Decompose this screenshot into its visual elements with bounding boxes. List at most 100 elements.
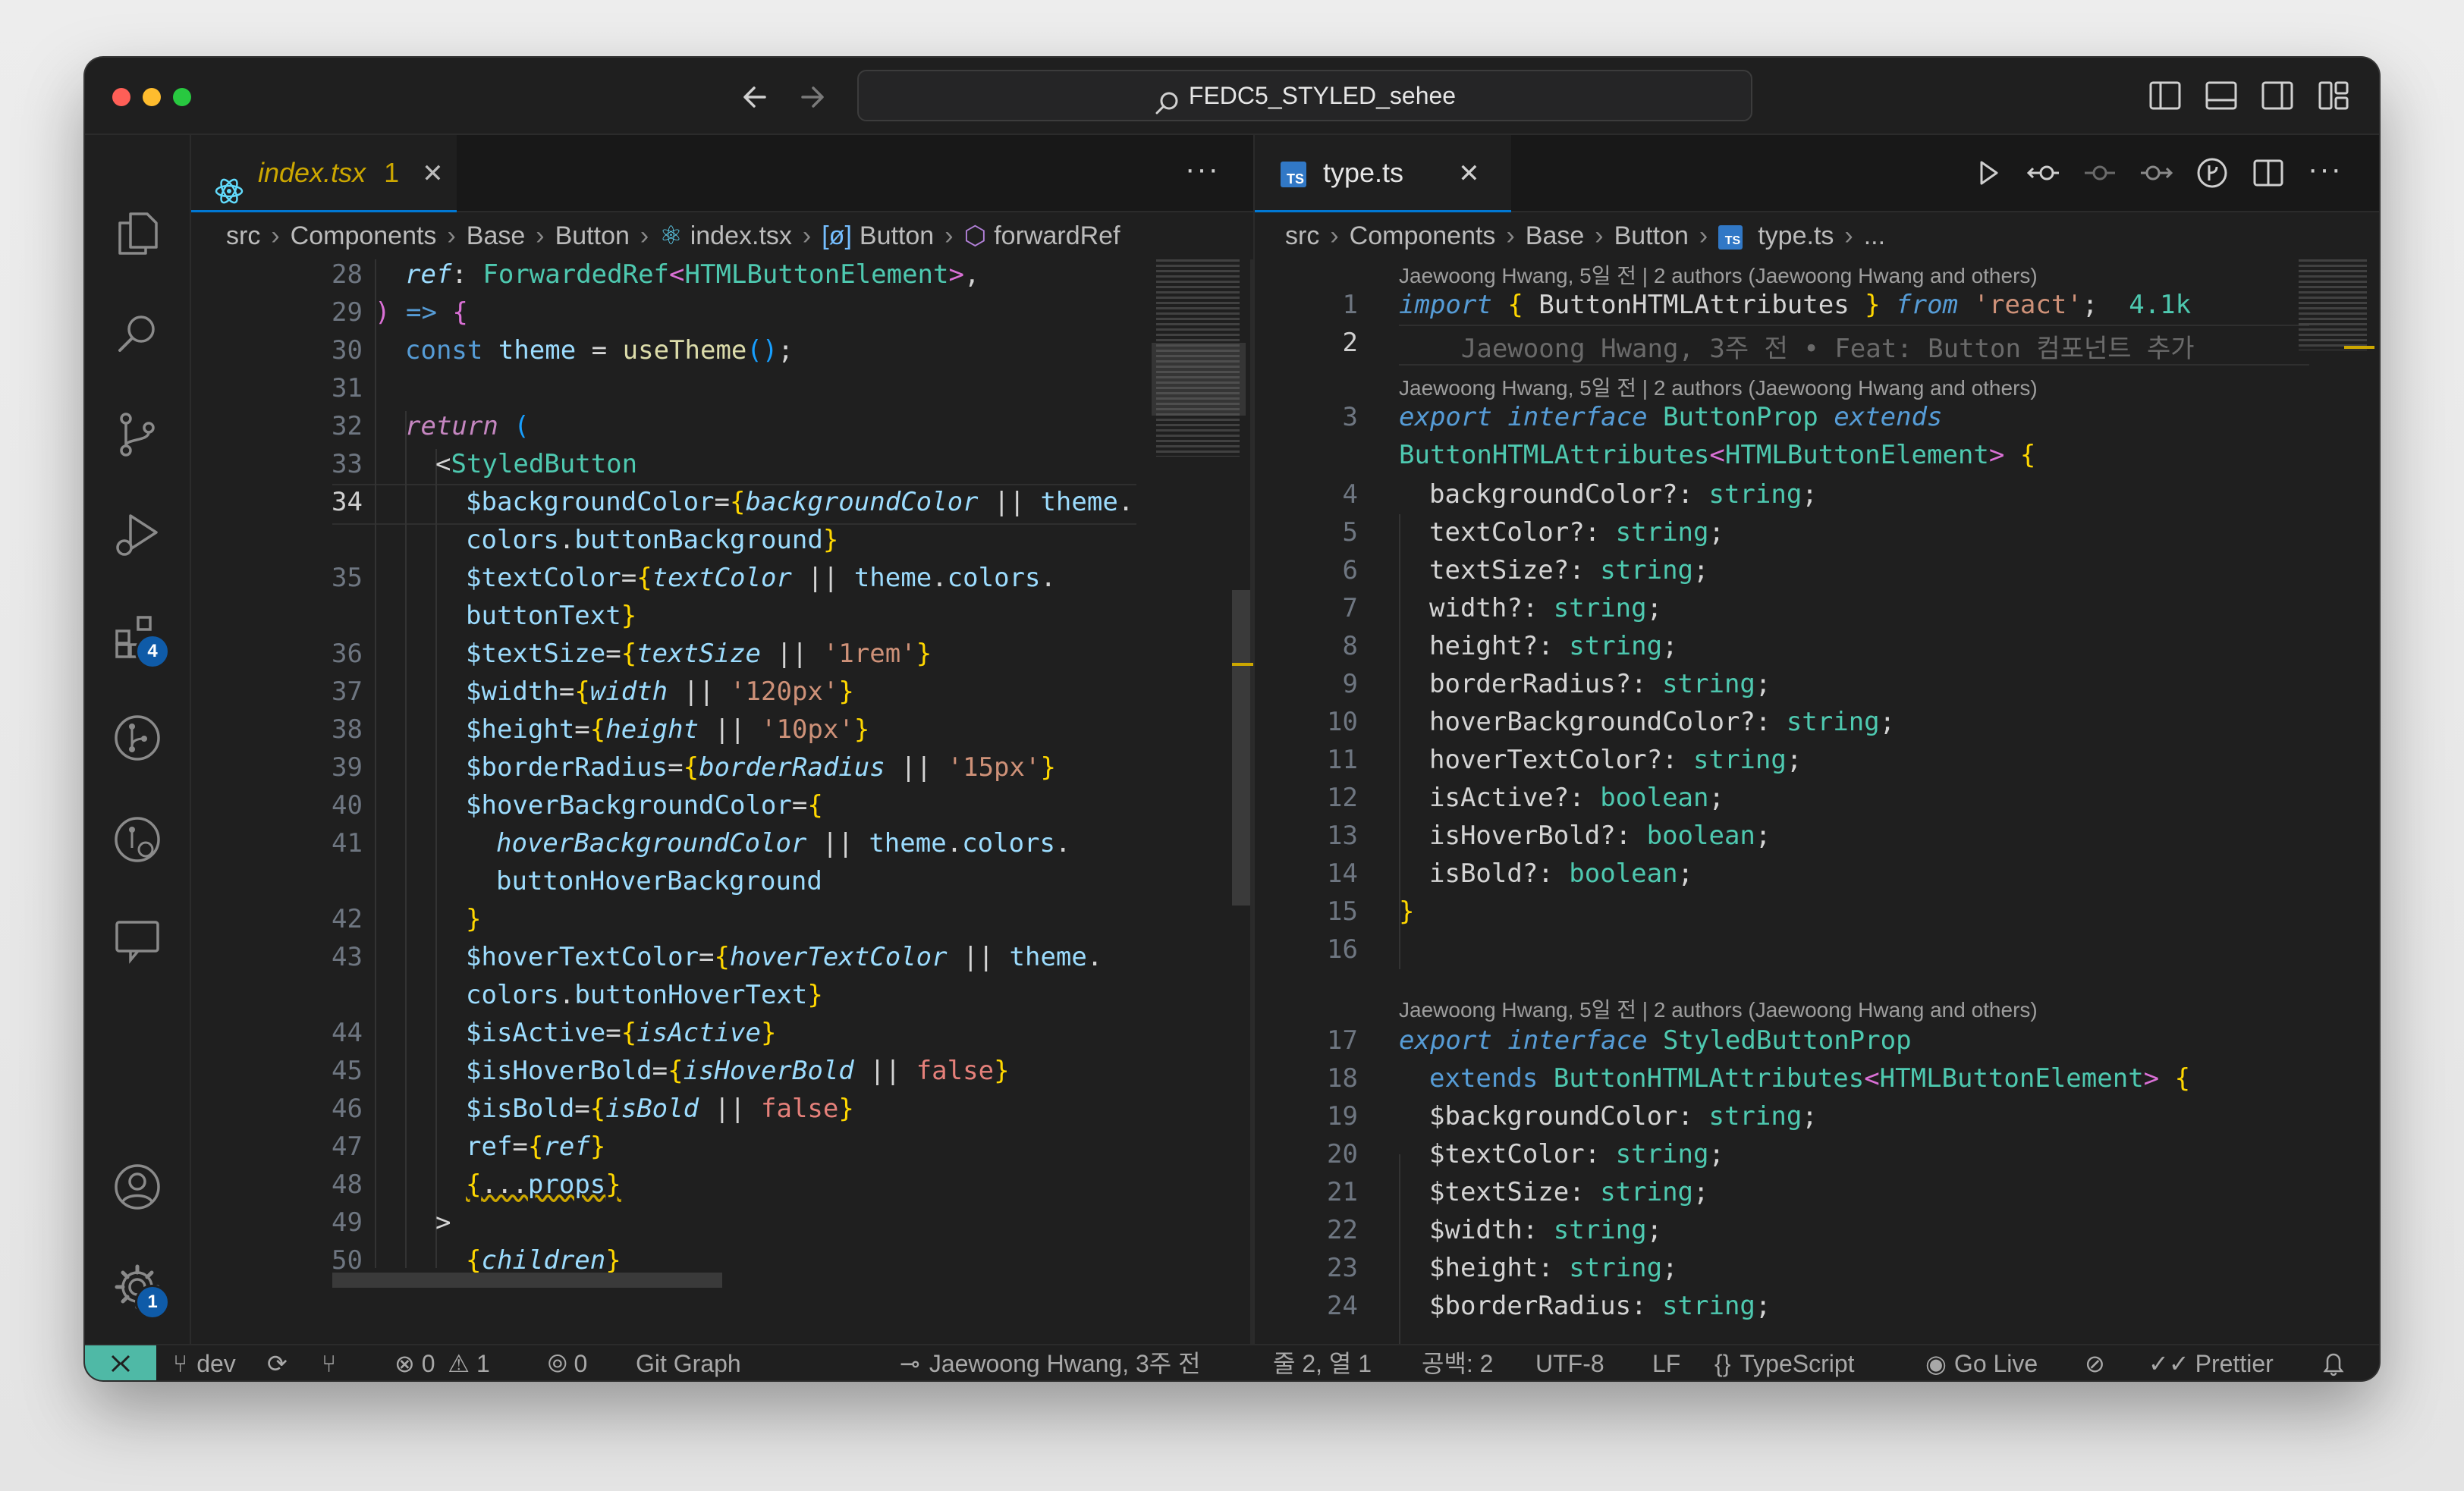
breadcrumb-item[interactable]: Components [1350, 221, 1496, 250]
git-graph-icon[interactable] [108, 708, 167, 767]
line-number: 37 [332, 676, 363, 707]
back-arrow-icon[interactable] [734, 76, 777, 118]
activity-bar: 4 1 [85, 135, 191, 1344]
import-cost: 4.1k [2129, 290, 2192, 320]
line-number: 39 [332, 752, 363, 783]
close-tab-icon[interactable]: ✕ [422, 159, 444, 188]
line-number: 29 [332, 297, 363, 328]
line-number: 6 [1342, 555, 1358, 585]
code-line: width?: string; [1429, 593, 1663, 623]
line-number: 9 [1342, 669, 1358, 699]
breadcrumb-item[interactable]: Button [555, 221, 630, 250]
source-control-icon[interactable] [108, 405, 167, 464]
breadcrumb-item[interactable]: src [1285, 221, 1319, 250]
tab-label: index.tsx [258, 157, 366, 188]
previous-revision-icon[interactable] [2079, 152, 2121, 194]
line-number: 32 [332, 411, 363, 441]
breadcrumb-item[interactable]: src [226, 221, 260, 250]
search-icon [1154, 84, 1181, 115]
minimap[interactable] [1152, 259, 1250, 457]
language-status[interactable]: {} TypeScript [1714, 1345, 1855, 1380]
typescript-file-icon: TS [1281, 162, 1306, 188]
copilot-off-icon[interactable]: ⊘ [2085, 1345, 2105, 1380]
close-window-button[interactable] [112, 88, 130, 106]
line-number: 43 [332, 942, 363, 972]
breadcrumb-item[interactable]: Base [467, 221, 526, 250]
minimize-window-button[interactable] [143, 88, 161, 106]
line-number: 24 [1327, 1291, 1358, 1321]
sync-icon[interactable]: ⟳ [267, 1345, 288, 1380]
breadcrumb: src › Components › Base › Button › TS type.ts ›... [1285, 221, 1886, 250]
breadcrumb-item[interactable]: type.ts [1758, 221, 1834, 250]
toggle-primary-sidebar-icon[interactable] [2144, 74, 2186, 117]
more-actions-icon[interactable]: ··· [2308, 135, 2343, 203]
left-code-editor[interactable]: 28 29 30 31 32 33 34 35 36 37 38 39 40 4… [191, 259, 1253, 1344]
indentation-status[interactable]: 공백: 2 [1422, 1345, 1493, 1380]
vertical-scrollbar-thumb[interactable] [1232, 590, 1250, 906]
prettier-status[interactable]: ✓✓ Prettier [2148, 1345, 2274, 1380]
eol-status[interactable]: LF [1652, 1345, 1680, 1380]
problems-status[interactable]: ⊗ 0 ⚠ 1 [394, 1345, 490, 1380]
codelens-blame[interactable]: Jaewoong Hwang, 5일 전 | 2 authors (Jaewoo… [1399, 993, 2038, 1024]
line-number: 1 [1342, 290, 1358, 320]
git-graph-icon[interactable] [2191, 152, 2233, 194]
codelens-blame[interactable]: Jaewoong Hwang, 5일 전 | 2 authors (Jaewoo… [1399, 372, 2038, 402]
git-compare-icon[interactable]: ⑂ [322, 1345, 336, 1380]
breadcrumb-item[interactable]: index.tsx [690, 221, 792, 250]
gitlens-icon[interactable] [108, 810, 167, 869]
run-and-debug-icon[interactable] [108, 505, 167, 564]
right-code-editor[interactable]: Jaewoong Hwang, 5일 전 | 2 authors (Jaewoo… [1255, 259, 2379, 1344]
forward-arrow-icon[interactable] [790, 76, 833, 118]
toggle-panel-icon[interactable] [2200, 74, 2242, 117]
more-actions-icon[interactable]: ··· [1185, 135, 1220, 203]
encoding-status[interactable]: UTF-8 [1535, 1345, 1604, 1380]
next-revision-icon[interactable] [2135, 152, 2177, 194]
cursor-position[interactable]: 줄 2, 열 1 [1273, 1345, 1372, 1380]
line-number: 14 [1327, 859, 1358, 889]
minimap[interactable] [2294, 259, 2370, 350]
branch-status[interactable]: ⑂ dev [173, 1345, 236, 1380]
left-tab-bar: index.tsx 1 ✕ ··· [191, 135, 1253, 212]
typescript-file-icon: TS [1718, 225, 1743, 250]
toggle-secondary-sidebar-icon[interactable] [2256, 74, 2299, 117]
open-changes-icon[interactable] [2022, 152, 2065, 194]
notifications-bell-icon[interactable] [2320, 1345, 2347, 1380]
breadcrumb-item[interactable]: Components [291, 221, 437, 250]
ports-status[interactable]: ⦾ 0 [548, 1345, 587, 1380]
command-center-search[interactable]: FEDC5_STYLED_sehee [857, 70, 1752, 121]
broadcast-icon: ⦾ [548, 1350, 567, 1377]
breadcrumb-item[interactable]: forwardRef [994, 221, 1120, 250]
line-number: 20 [1327, 1139, 1358, 1169]
breadcrumb-item[interactable]: Base [1526, 221, 1585, 250]
maximize-window-button[interactable] [173, 88, 191, 106]
blame-status[interactable]: ⊸ Jaewoong Hwang, 3주 전 [900, 1345, 1201, 1380]
code-line: ) => { [375, 297, 468, 328]
close-tab-icon[interactable]: ✕ [1458, 159, 1480, 188]
code-line: $width={width || '120px'} [466, 676, 854, 707]
remote-explorer-icon[interactable] [108, 910, 167, 969]
customize-layout-icon[interactable] [2312, 74, 2355, 117]
breadcrumb-item[interactable]: Button [1614, 221, 1689, 250]
manage-gear-icon[interactable]: 1 [108, 1257, 170, 1320]
remote-indicator[interactable] [85, 1345, 156, 1380]
line-number: 45 [332, 1056, 363, 1086]
explorer-icon[interactable] [108, 203, 167, 262]
go-live-status[interactable]: ◉ Go Live [1925, 1345, 2038, 1380]
tab-type-ts[interactable]: TS type.ts ✕ [1255, 135, 1511, 212]
line-number: 35 [332, 563, 363, 593]
codelens-blame[interactable]: Jaewoong Hwang, 5일 전 | 2 authors (Jaewoo… [1399, 259, 2038, 290]
breadcrumb-item[interactable]: Button [860, 221, 934, 250]
extensions-badge: 4 [135, 634, 170, 669]
breadcrumb-item[interactable]: ... [1864, 221, 1885, 250]
git-graph-status[interactable]: Git Graph [636, 1345, 741, 1380]
horizontal-scrollbar[interactable] [332, 1273, 722, 1288]
run-icon[interactable] [1966, 152, 2009, 194]
tab-index-tsx[interactable]: index.tsx 1 ✕ [191, 135, 457, 212]
line-number: 41 [332, 828, 363, 859]
extensions-icon[interactable]: 4 [108, 607, 170, 669]
line-number: 48 [332, 1169, 363, 1200]
line-number: 38 [332, 714, 363, 745]
split-editor-icon[interactable] [2247, 152, 2290, 194]
search-icon[interactable] [108, 305, 167, 364]
accounts-icon[interactable] [108, 1157, 167, 1216]
